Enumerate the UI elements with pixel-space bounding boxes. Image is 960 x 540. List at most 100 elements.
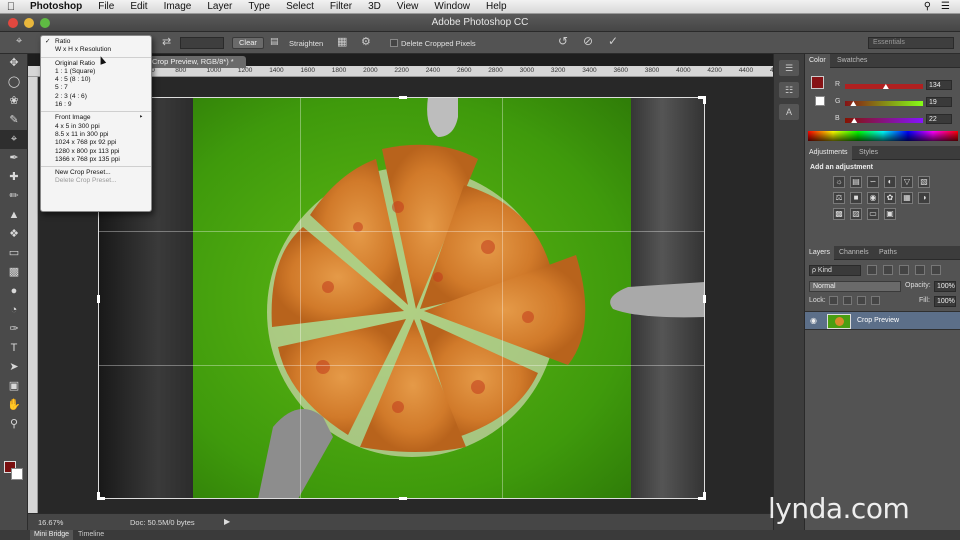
stamp-tool-icon[interactable]: ▲ <box>0 206 28 225</box>
color-spectrum-bar[interactable] <box>808 131 958 141</box>
straighten-icon[interactable]: ▤ <box>270 36 279 47</box>
pen-tool-icon[interactable]: ✑ <box>0 320 28 339</box>
menu-file[interactable]: File <box>90 0 122 14</box>
properties-panel-icon[interactable]: ☷ <box>779 82 799 98</box>
crop-handle-left[interactable] <box>97 295 100 303</box>
red-slider[interactable] <box>845 84 923 89</box>
zoom-tool-icon[interactable]: ⚲ <box>0 415 28 434</box>
brush-tool-icon[interactable]: ✏ <box>0 187 28 206</box>
lock-position-icon[interactable] <box>857 296 866 305</box>
red-value-field[interactable]: 134 <box>926 80 952 90</box>
tab-layers[interactable]: Layers <box>805 246 835 260</box>
menu-item-new-crop-preset[interactable]: New Crop Preset... <box>41 169 151 177</box>
history-brush-tool-icon[interactable]: ❖ <box>0 225 28 244</box>
menu-item-4-5[interactable]: 4 : 5 (8 : 10) <box>41 76 151 84</box>
menu-layer[interactable]: Layer <box>199 0 240 14</box>
menu-help[interactable]: Help <box>478 0 515 14</box>
black-white-icon[interactable]: ■ <box>850 192 862 204</box>
filter-adjustment-icon[interactable] <box>883 265 893 275</box>
menu-item-wh-resolution[interactable]: W x H x Resolution <box>41 46 151 54</box>
curves-icon[interactable]: ∽ <box>867 176 879 188</box>
history-panel-icon[interactable]: ☰ <box>779 60 799 76</box>
clear-button[interactable]: Clear <box>232 37 264 49</box>
menu-3d[interactable]: 3D <box>360 0 389 14</box>
background-color-swatch[interactable] <box>11 468 23 480</box>
apple-icon[interactable]:  <box>0 1 22 13</box>
crop-handle-bottom-right[interactable] <box>703 492 706 500</box>
zoom-level[interactable]: 16.67% <box>38 518 63 527</box>
menu-item-1-1[interactable]: 1 : 1 (Square) <box>41 68 151 76</box>
brightness-contrast-icon[interactable]: ☼ <box>833 176 845 188</box>
fg-color-chip[interactable] <box>811 76 824 89</box>
document-tab[interactable]: Crop Preview, RGB/8*) * <box>150 56 246 68</box>
marquee-tool-icon[interactable]: ◯ <box>0 73 28 92</box>
tab-color[interactable]: Color <box>805 54 830 68</box>
workspace-switcher[interactable]: Essentials <box>868 37 954 49</box>
green-value-field[interactable]: 19 <box>926 97 952 107</box>
crop-handle-right[interactable] <box>703 295 706 303</box>
threshold-icon[interactable]: ▨ <box>850 208 862 220</box>
lasso-tool-icon[interactable]: ❀ <box>0 92 28 111</box>
spotlight-icon[interactable]: ⚲ <box>924 1 931 12</box>
eye-icon[interactable]: ◉ <box>810 316 817 325</box>
lock-all-icon[interactable] <box>871 296 880 305</box>
type-tool-icon[interactable]: T <box>0 339 28 358</box>
tab-mini-bridge[interactable]: Mini Bridge <box>30 530 74 540</box>
menu-image[interactable]: Image <box>156 0 200 14</box>
shape-tool-icon[interactable]: ▣ <box>0 377 28 396</box>
menu-item-1024x768[interactable]: 1024 x 768 px 92 ppi <box>41 139 151 147</box>
crop-box[interactable] <box>97 96 706 500</box>
list-icon[interactable]: ☰ <box>941 1 950 12</box>
menu-window[interactable]: Window <box>426 0 478 14</box>
lock-image-icon[interactable] <box>843 296 852 305</box>
hue-saturation-icon[interactable]: ▧ <box>918 176 930 188</box>
menu-edit[interactable]: Edit <box>122 0 155 14</box>
menu-item-1280x800[interactable]: 1280 x 800 px 113 ppi <box>41 148 151 156</box>
layer-name[interactable]: Crop Preview <box>857 317 899 324</box>
menu-item-16-9[interactable]: 16 : 9 <box>41 101 151 109</box>
swap-dimensions-icon[interactable]: ⇄ <box>162 35 171 48</box>
eraser-tool-icon[interactable]: ▭ <box>0 244 28 263</box>
tab-styles[interactable]: Styles <box>855 146 882 160</box>
eyedropper-tool-icon[interactable]: ✒ <box>0 149 28 168</box>
menu-item-front-image[interactable]: Front Image ‣ <box>41 114 151 122</box>
blue-slider[interactable] <box>845 118 923 123</box>
levels-icon[interactable]: ▤ <box>850 176 862 188</box>
invert-icon[interactable]: ◑ <box>918 192 930 204</box>
tab-adjustments[interactable]: Adjustments <box>805 146 852 160</box>
menu-item-4x5-300[interactable]: 4 x 5 in 300 ppi <box>41 123 151 131</box>
commit-check-icon[interactable]: ✓ <box>608 34 618 48</box>
layer-kind-filter[interactable]: ρ Kind <box>809 264 861 276</box>
menu-filter[interactable]: Filter <box>322 0 360 14</box>
blur-tool-icon[interactable]: ● <box>0 282 28 301</box>
path-select-tool-icon[interactable]: ➤ <box>0 358 28 377</box>
reset-icon[interactable]: ↺ <box>558 34 568 48</box>
crop-handle-bottom-left[interactable] <box>97 492 100 500</box>
menu-type[interactable]: Type <box>240 0 278 14</box>
dodge-tool-icon[interactable]: ◔ <box>0 301 28 320</box>
crop-handle-top[interactable] <box>399 96 407 99</box>
crop-tool-icon[interactable]: ⌖ <box>0 130 28 149</box>
crop-handle-bottom[interactable] <box>399 497 407 500</box>
menu-item-ratio[interactable]: Ratio <box>41 38 151 47</box>
menu-select[interactable]: Select <box>278 0 322 14</box>
hand-tool-icon[interactable]: ✋ <box>0 396 28 415</box>
move-tool-icon[interactable]: ✥ <box>0 54 28 73</box>
gradient-tool-icon[interactable]: ▩ <box>0 263 28 282</box>
green-slider[interactable] <box>845 101 923 106</box>
tab-channels[interactable]: Channels <box>835 246 873 260</box>
straighten-label[interactable]: Straighten <box>289 39 323 48</box>
color-lookup-icon[interactable]: ▦ <box>901 192 913 204</box>
channel-mixer-icon[interactable]: ✿ <box>884 192 896 204</box>
fill-field[interactable]: 100% <box>934 296 956 307</box>
filter-pixel-icon[interactable] <box>867 265 877 275</box>
status-menu-arrow-icon[interactable]: ▶ <box>224 517 230 526</box>
blue-value-field[interactable]: 22 <box>926 114 952 124</box>
tab-swatches[interactable]: Swatches <box>833 54 871 68</box>
menu-item-2-3[interactable]: 2 : 3 (4 : 6) <box>41 93 151 101</box>
photo-filter-icon[interactable]: ◉ <box>867 192 879 204</box>
gradient-map-icon[interactable]: ▭ <box>867 208 879 220</box>
menu-item-1366x768[interactable]: 1366 x 768 px 135 ppi <box>41 156 151 164</box>
color-balance-icon[interactable]: ⚖ <box>833 192 845 204</box>
tab-paths[interactable]: Paths <box>875 246 901 260</box>
